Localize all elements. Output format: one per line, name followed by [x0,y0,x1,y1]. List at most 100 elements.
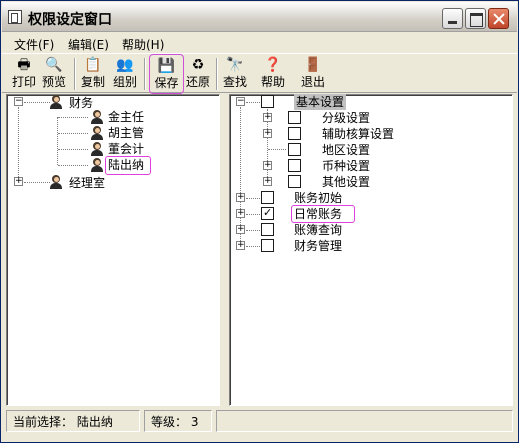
save-icon: 💾 [157,58,176,74]
find-button[interactable]: 🔭 查找 [221,56,249,92]
copy-icon: 📋 [84,57,102,73]
save-button[interactable]: 💾 保存 [149,54,184,94]
exit-icon: 🚪 [304,57,322,73]
status-level-value: 3 [190,415,199,429]
tree-line [246,230,260,231]
restore-button[interactable]: ♻ 还原 [184,56,212,92]
minimize-icon[interactable] [442,8,463,29]
tree-line [58,165,88,166]
expand-icon[interactable]: + [263,129,272,138]
user-icon [90,110,104,124]
tree-perm-item[interactable]: 分级设置 [322,110,370,126]
toolbar: 🖶 打印 🔍 预览 📋 复制 👥 组别 💾 保存 ♻ 还原 🔭 查找 ❓ 帮助 … [2,53,517,94]
checkbox[interactable] [288,111,301,124]
menu-help[interactable]: 帮助(H) [122,36,164,53]
checkbox-checked[interactable] [261,206,274,220]
checkbox[interactable] [261,239,274,252]
checkbox[interactable] [261,95,274,108]
tree-perm-item[interactable]: 财务管理 [294,238,342,254]
status-current-value: 陆出纳 [76,415,113,429]
toolbar-separator [216,58,218,90]
tree-perm-item[interactable]: 其他设置 [322,174,370,190]
title-bar: 权限设定窗口 [2,2,517,32]
menu-file[interactable]: 文件(F) [14,36,54,53]
user-icon [90,126,104,140]
permission-window: 权限设定窗口 文件(F) 编辑(E) 帮助(H) 🖶 打印 🔍 预览 📋 复制 … [0,0,519,443]
status-current-label: 当前选择： [13,415,74,429]
tree-perm-item[interactable]: 账务初始 [294,190,342,206]
group-button[interactable]: 👥 组别 [111,56,139,92]
tree-line [58,117,88,118]
status-level-label: 等级： [151,415,188,429]
help-icon: ❓ [264,57,282,73]
user-icon [90,142,104,156]
expand-icon[interactable]: + [263,113,272,122]
help-button[interactable]: ❓ 帮助 [259,56,287,92]
expand-icon[interactable]: + [14,177,23,186]
selection-highlight [291,205,355,223]
window-title: 权限设定窗口 [28,12,112,28]
tree-perm-item[interactable]: 辅助核算设置 [322,126,394,142]
collapse-icon[interactable]: − [14,97,23,106]
expand-icon[interactable]: + [236,225,245,234]
toolbar-separator [74,58,76,90]
tree-user[interactable]: 金主任 [108,109,144,125]
binoculars-icon: 🔭 [226,57,244,73]
tree-perm-item[interactable]: 币种设置 [322,158,370,174]
tree-line [58,149,88,150]
tree-perm-item[interactable]: 账簿查询 [294,222,342,238]
tree-line [24,102,50,103]
tree-user[interactable]: 董会计 [108,141,144,157]
tree-line [246,214,260,215]
tree-line [246,198,260,199]
status-current-selection: 当前选择： 陆出纳 [6,410,140,432]
preview-icon: 🔍 [45,57,63,73]
tree-line [246,246,260,247]
maximize-icon[interactable] [465,8,486,29]
printer-icon: 🖶 [17,57,31,73]
menu-edit[interactable]: 编辑(E) [68,36,109,53]
restore-icon: ♻ [191,57,205,73]
toolbar-separator [144,58,146,90]
tree-group-finance[interactable]: 财务 [69,95,93,111]
group-icon: 👥 [116,57,134,73]
status-level: 等级： 3 [144,410,212,432]
close-icon[interactable] [488,8,509,29]
preview-button[interactable]: 🔍 预览 [40,56,68,92]
checkbox[interactable] [288,159,301,172]
checkbox[interactable] [288,143,301,156]
tree-line [268,149,286,150]
tree-perm-root[interactable]: 基本设置 [294,94,347,110]
print-button[interactable]: 🖶 打印 [11,56,37,92]
status-bar: 当前选择： 陆出纳 等级： 3 [2,408,517,436]
checkbox[interactable] [288,127,301,140]
tree-group-manager[interactable]: 经理室 [69,175,105,191]
user-icon [90,158,104,172]
expand-icon[interactable]: + [263,161,272,170]
group-icon [49,175,63,189]
pane-splitter[interactable] [220,94,229,406]
permission-tree-pane[interactable]: − 基本设置 + 分级设置 + 辅助核算设置 地区设置 + 币种设置 + 其他设… [229,94,513,406]
tree-line [18,107,19,181]
tree-line [246,102,260,103]
tree-user[interactable]: 胡主管 [108,125,144,141]
exit-button[interactable]: 🚪 退出 [299,56,327,92]
expand-icon[interactable]: + [236,193,245,202]
tree-line [24,182,50,183]
group-icon [49,95,63,109]
tree-line [57,117,58,165]
selection-highlight [105,156,151,175]
copy-button[interactable]: 📋 复制 [80,56,106,92]
checkbox[interactable] [288,175,301,188]
checkbox[interactable] [261,223,274,236]
tree-perm-item[interactable]: 地区设置 [322,142,370,158]
checkbox[interactable] [261,191,274,204]
collapse-icon[interactable]: − [236,97,245,106]
tree-line [58,133,88,134]
status-empty [216,410,513,432]
app-icon [8,10,22,24]
expand-icon[interactable]: + [236,241,245,250]
expand-icon[interactable]: + [263,177,272,186]
user-tree-pane[interactable]: − 财务 金主任 胡主管 董会计 陆出纳 + 经理室 [6,94,220,406]
expand-icon[interactable]: + [236,209,245,218]
